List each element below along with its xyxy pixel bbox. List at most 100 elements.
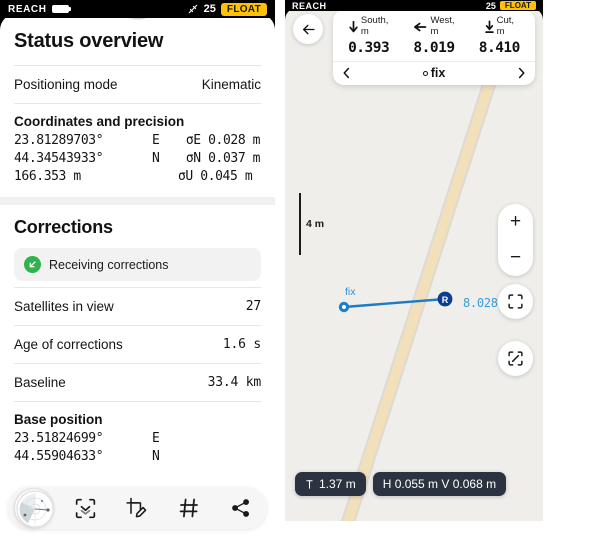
- zoom-in-button[interactable]: +: [510, 212, 521, 231]
- satellite-count: 25: [485, 0, 496, 11]
- nav-direction-label: South,: [360, 15, 389, 26]
- back-arrow-icon[interactable]: [301, 22, 316, 37]
- nav-value-south: 0.393: [348, 40, 390, 56]
- chevron-left-icon[interactable]: [342, 67, 351, 79]
- nav-cell-south: South, m 0.393: [336, 15, 401, 56]
- base-coordinate-value: 44.55904633°: [14, 449, 104, 464]
- nav-unit-label: m: [360, 25, 369, 37]
- status-bar-right: 25 FLOAT: [486, 1, 536, 11]
- fix-status-dot-icon: [422, 70, 428, 76]
- base-coordinate-row: 44.55904633° N: [14, 449, 261, 464]
- nav-unit-label: m: [430, 25, 439, 37]
- survey-point-label: fix: [345, 286, 356, 298]
- nav-value-west: 8.019: [413, 40, 455, 56]
- bottom-toolbar: [8, 487, 267, 529]
- add-point-pencil-icon[interactable]: [125, 496, 149, 520]
- center-target-icon[interactable]: [507, 293, 524, 310]
- antenna-height-value: 1.37 m: [319, 477, 356, 491]
- age-of-corrections-row: Age of corrections 1.6 s: [0, 326, 275, 363]
- solution-status-row: fix: [422, 66, 446, 80]
- baseline-value: 33.4 km: [207, 375, 262, 390]
- add-point-button[interactable]: [117, 488, 157, 528]
- positioning-mode-label: Positioning mode: [14, 77, 118, 92]
- corrections-status-text: Receiving corrections: [49, 257, 169, 272]
- baseline-row: Baseline 33.4 km: [0, 364, 275, 401]
- coordinate-row: 166.353 m σU 0.045 m: [14, 169, 261, 184]
- positioning-mode-row: Positioning mode Kinematic: [0, 66, 275, 103]
- nav-direction-label: West,: [430, 15, 455, 26]
- base-coordinate-row: 23.51824699° E: [14, 431, 261, 446]
- satellite-link-icon: [188, 4, 197, 14]
- precision-value: H 0.055 m V 0.068 m: [382, 477, 497, 491]
- nav-cell-header: South, m: [336, 15, 401, 37]
- arrow-down-icon: [349, 20, 358, 32]
- map-info-chips: 1.37 m H 0.055 m V 0.068 m: [295, 472, 507, 496]
- status-overview-sheet: Status overview Positioning mode Kinemat…: [0, 14, 275, 539]
- coordinate-value: 23.81289703°: [14, 133, 104, 148]
- base-coordinate-hemisphere: E: [152, 431, 160, 446]
- hash-grid-icon[interactable]: [178, 497, 200, 519]
- collect-point-button[interactable]: [66, 488, 106, 528]
- share-icon[interactable]: [230, 497, 252, 519]
- satellite-count: 25: [203, 3, 216, 15]
- section-separator: [0, 197, 275, 205]
- solution-status-badge: FLOAT: [220, 2, 267, 16]
- back-button[interactable]: [293, 14, 323, 44]
- zoom-out-button[interactable]: −: [510, 248, 521, 267]
- base-coordinate-value: 23.51824699°: [14, 431, 104, 446]
- center-target-button[interactable]: [498, 284, 533, 319]
- satellites-in-view-row: Satellites in view 27: [0, 288, 275, 325]
- nav-card-footer: fix: [333, 61, 535, 85]
- zoom-controls: + −: [498, 204, 533, 276]
- coordinate-row: 23.81289703° E σE 0.028 m: [14, 133, 261, 148]
- base-coordinate-hemisphere: N: [152, 449, 160, 464]
- map-view[interactable]: R fix 8.028 4 m N + −: [285, 8, 543, 521]
- coordinate-precision: σU 0.045 m: [178, 169, 253, 184]
- receiving-corrections-icon: [24, 256, 41, 273]
- scan-collect-icon[interactable]: [74, 497, 97, 520]
- target-marker-label: R: [442, 295, 449, 305]
- baseline-label: Baseline: [14, 375, 66, 390]
- base-position-grid: 23.51824699° E 44.55904633° N: [0, 429, 275, 473]
- skyplot-button[interactable]: [13, 488, 54, 528]
- nav-cell-label-wrap: Cut, m: [496, 15, 515, 37]
- satellites-in-view-value: 27: [245, 299, 261, 314]
- coordinate-hemisphere: N: [152, 151, 160, 166]
- coordinate-row: 44.34543933° N σN 0.037 m: [14, 151, 261, 166]
- chevron-right-icon[interactable]: [517, 67, 526, 79]
- nav-unit-label: m: [496, 25, 505, 37]
- base-position-heading: Base position: [14, 412, 103, 427]
- nav-cell-label-wrap: West, m: [430, 15, 455, 37]
- corrections-heading: Corrections: [14, 217, 113, 237]
- skyplot-icon[interactable]: [13, 488, 54, 528]
- antenna-height-icon: [306, 479, 313, 489]
- fit-bounds-button[interactable]: [498, 341, 533, 376]
- fit-bounds-icon[interactable]: [507, 350, 524, 367]
- grid-button[interactable]: [169, 488, 209, 528]
- precision-chip: H 0.055 m V 0.068 m: [372, 472, 507, 496]
- satellites-in-view-label: Satellites in view: [14, 299, 114, 314]
- nav-direction-label: Cut,: [496, 15, 515, 26]
- coordinate-hemisphere: E: [152, 133, 160, 148]
- nav-value-cut: 8.410: [478, 40, 521, 56]
- fix-status-label: fix: [430, 66, 446, 80]
- nav-cell-header: West, m: [401, 15, 466, 37]
- nav-cell-west: West, m 8.019: [401, 15, 466, 56]
- share-button[interactable]: [221, 488, 261, 528]
- device-brand-label: REACH: [8, 3, 47, 15]
- nav-cell-label-wrap: South, m: [360, 15, 389, 37]
- stakeout-nav-card: South, m 0.393 West, m 8.019 Cut, m 8.41…: [333, 10, 535, 85]
- nav-cells: South, m 0.393 West, m 8.019 Cut, m 8.41…: [333, 10, 535, 61]
- map-status-bar: REACH 25 FLOAT: [285, 0, 543, 11]
- nav-cell-header: Cut, m: [467, 15, 532, 37]
- age-of-corrections-label: Age of corrections: [14, 337, 123, 352]
- positioning-mode-value: Kinematic: [201, 77, 261, 92]
- coordinates-heading: Coordinates and precision: [14, 114, 185, 129]
- battery-icon: [51, 5, 71, 13]
- status-bar-right: 25 FLOAT: [187, 2, 267, 16]
- corrections-status-pill: Receiving corrections: [14, 248, 261, 281]
- coordinates-grid: 23.81289703° E σE 0.028 m 44.34543933° N…: [0, 131, 275, 197]
- status-bar: REACH 25 FLOAT: [0, 0, 275, 18]
- right-phone-panel: REACH 25 FLOAT R fix 8.028 4 m + − 1.37 …: [285, 0, 543, 521]
- coordinate-precision: σE 0.028 m: [185, 133, 261, 148]
